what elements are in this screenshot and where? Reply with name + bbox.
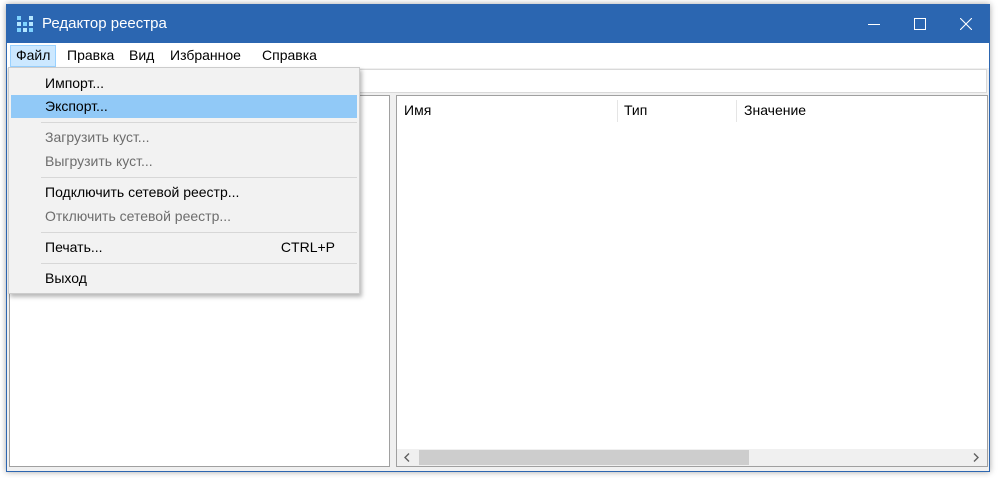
menu-edit[interactable]: Правка (61, 45, 120, 67)
chevron-right-icon (973, 453, 979, 462)
maximize-icon (914, 18, 926, 30)
menu-item-load-hive[interactable]: Загрузить куст... (11, 126, 357, 149)
scroll-left-button[interactable] (399, 449, 416, 466)
values-list-pane[interactable]: Имя Тип Значение (396, 95, 988, 467)
menu-item-print-label: Печать... (45, 239, 103, 255)
minimize-icon (868, 24, 880, 25)
column-divider[interactable] (617, 100, 618, 122)
file-menu-dropdown: Импорт... Экспорт... Загрузить куст... В… (8, 67, 360, 294)
menu-item-unload-hive[interactable]: Выгрузить куст... (11, 150, 357, 173)
title-bar[interactable]: Редактор реестра (7, 5, 989, 43)
menu-item-import[interactable]: Импорт... (11, 72, 357, 95)
scroll-right-button[interactable] (968, 449, 985, 466)
window-title: Редактор реестра (42, 15, 167, 32)
horizontal-scrollbar[interactable] (397, 449, 987, 466)
menu-bar: Файл Правка Вид Избранное Справка (7, 43, 989, 68)
minimize-button[interactable] (851, 5, 897, 43)
menu-separator (41, 232, 357, 233)
menu-item-connect-network-registry[interactable]: Подключить сетевой реестр... (11, 181, 357, 204)
menu-separator (41, 263, 357, 264)
print-shortcut: CTRL+P (280, 239, 335, 255)
chevron-left-icon (404, 453, 410, 462)
menu-item-exit[interactable]: Выход (11, 267, 357, 290)
column-divider[interactable] (736, 100, 737, 122)
menu-item-print[interactable]: Печать... CTRL+P (11, 236, 357, 259)
menu-favorites[interactable]: Избранное (164, 45, 247, 67)
regedit-app-icon (17, 16, 34, 33)
menu-separator (41, 122, 357, 123)
maximize-button[interactable] (897, 5, 943, 43)
column-header-type[interactable]: Тип (624, 102, 647, 118)
menu-help[interactable]: Справка (256, 45, 323, 67)
close-button[interactable] (943, 5, 989, 43)
scrollbar-thumb[interactable] (419, 450, 749, 465)
menu-file[interactable]: Файл (10, 45, 57, 67)
menu-separator (41, 177, 357, 178)
menu-view[interactable]: Вид (123, 45, 160, 67)
menu-item-export[interactable]: Экспорт... (11, 95, 357, 118)
close-icon (960, 18, 972, 30)
column-header-value[interactable]: Значение (744, 102, 806, 118)
column-header-name[interactable]: Имя (404, 102, 431, 118)
menu-item-disconnect-network-registry[interactable]: Отключить сетевой реестр... (11, 205, 357, 228)
